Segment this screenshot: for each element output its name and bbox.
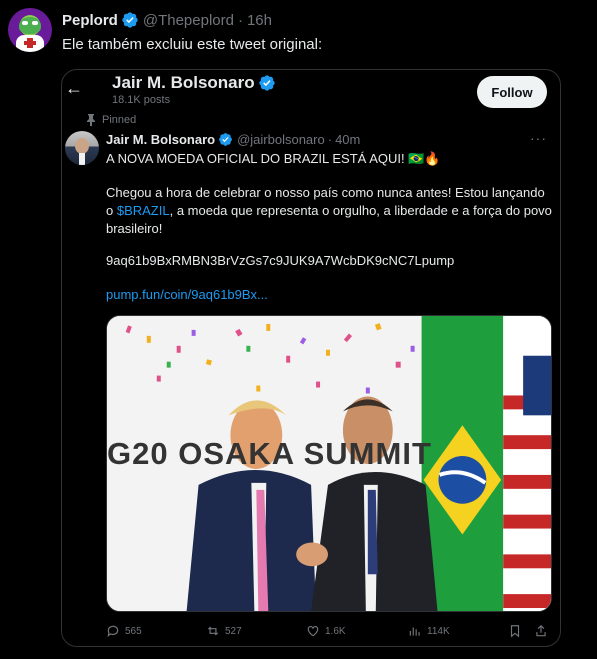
- tweet-action-bar: 565 527 1.6K 114K: [106, 624, 552, 644]
- bookmark-icon: [510, 625, 520, 638]
- contract-address: 9aq61b9BxRMBN3BrVzGs7c9JUK9A7WcbDK9cNC7L…: [106, 253, 455, 268]
- avatar-head: [75, 138, 89, 154]
- outer-author-avatar[interactable]: [8, 8, 52, 52]
- back-arrow-icon[interactable]: ←: [65, 78, 83, 99]
- repost-action[interactable]: 527: [206, 624, 242, 638]
- bookmark-action[interactable]: [508, 624, 522, 638]
- header-separator: ·: [237, 11, 243, 29]
- outer-post-time[interactable]: 16h: [247, 12, 272, 29]
- outer-author-name[interactable]: Peplord: [62, 12, 118, 29]
- pin-icon: [87, 114, 95, 126]
- verified-badge-icon: [219, 133, 232, 146]
- outer-post-text: Ele também excluiu este tweet original:: [62, 36, 323, 53]
- verified-badge-icon: [258, 75, 275, 91]
- pinned-indicator: Pinned: [86, 114, 136, 126]
- avatar-eye-right: [32, 21, 38, 25]
- reply-icon: [107, 625, 119, 638]
- views-action[interactable]: 114K: [408, 624, 450, 638]
- inner-tweet-header: Jair M. Bolsonaro @jairbolsonaro · 40m: [106, 132, 360, 147]
- verified-badge-icon: [122, 12, 138, 28]
- inner-author-name[interactable]: Jair M. Bolsonaro: [106, 132, 215, 147]
- share-icon: [536, 624, 546, 637]
- share-action[interactable]: [534, 624, 548, 638]
- profile-posts-count: 18.1K posts: [112, 94, 171, 106]
- like-icon: [307, 626, 319, 637]
- views-count: 114K: [427, 625, 450, 637]
- profile-top-bar: ← Jair M. Bolsonaro 18.1K posts Follow: [62, 70, 560, 110]
- outer-author-handle[interactable]: @Thepeplord: [143, 12, 234, 29]
- like-count: 1.6K: [325, 625, 346, 637]
- like-action[interactable]: 1.6K: [306, 624, 346, 638]
- tweet-headline: A NOVA MOEDA OFICIAL DO BRAZIL ESTÁ AQUI…: [106, 151, 441, 166]
- pinned-label: Pinned: [102, 114, 137, 126]
- avatar-cross-bar: [24, 41, 36, 45]
- header-separator: ·: [327, 132, 333, 147]
- avatar-eye-left: [22, 21, 28, 25]
- more-icon[interactable]: ···: [530, 130, 547, 146]
- pump-fun-link[interactable]: pump.fun/coin/9aq61b9Bx...: [106, 287, 268, 302]
- avatar-shirt: [79, 153, 85, 165]
- repost-icon: [207, 626, 219, 636]
- tweet-link: pump.fun/coin/9aq61b9Bx...: [106, 286, 552, 304]
- views-icon: [409, 627, 420, 636]
- inner-tweet-time[interactable]: 40m: [335, 132, 360, 147]
- tweet-body-end: , a moeda que representa o orgulho, a li…: [106, 203, 552, 236]
- cashtag-link[interactable]: $BRAZIL: [117, 203, 170, 218]
- inner-author-avatar[interactable]: [65, 131, 99, 165]
- outer-post-header: Peplord @Thepeplord · 16h: [62, 10, 272, 30]
- profile-name-text: Jair M. Bolsonaro: [112, 73, 255, 92]
- avatar-frog-face: [19, 17, 41, 34]
- inner-author-handle[interactable]: @jairbolsonaro: [237, 132, 325, 147]
- reply-count: 565: [125, 625, 142, 637]
- profile-name: Jair M. Bolsonaro: [112, 73, 280, 93]
- tweet-body: Chegou a hora de celebrar o nosso país c…: [106, 184, 552, 238]
- photo-banner-text: G20 OSAKA SUMMIT: [107, 436, 432, 471]
- tweet-photo[interactable]: G20 OSAKA SUMMIT: [106, 315, 552, 612]
- follow-button[interactable]: Follow: [477, 76, 547, 108]
- embedded-screenshot-card[interactable]: ← Jair M. Bolsonaro 18.1K posts Follow P…: [61, 69, 561, 647]
- reply-action[interactable]: 565: [106, 624, 142, 638]
- repost-count: 527: [225, 625, 242, 637]
